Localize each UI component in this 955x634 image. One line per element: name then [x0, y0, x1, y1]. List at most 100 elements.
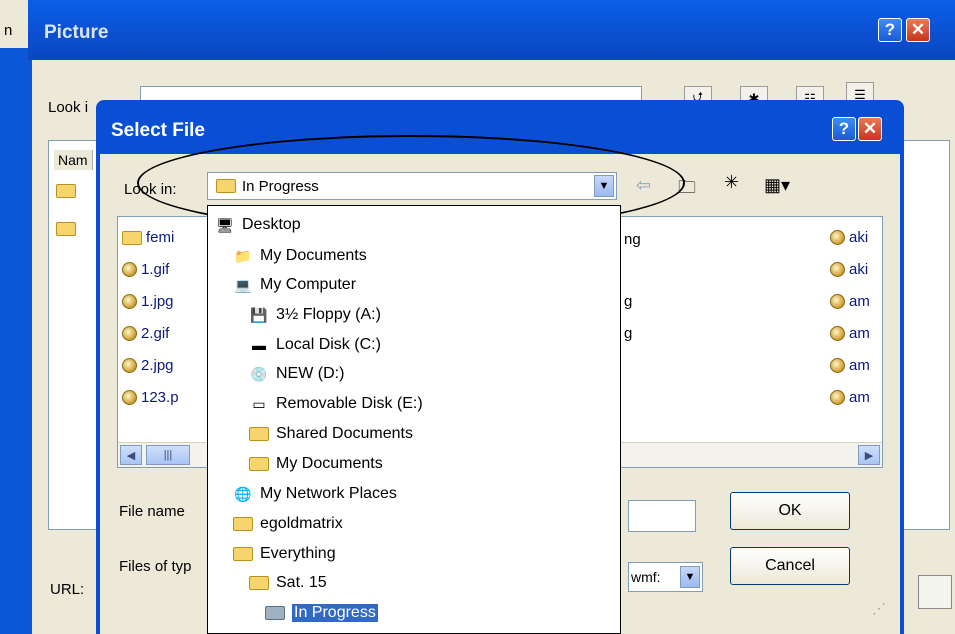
- picture-browse-image-icon[interactable]: [918, 575, 952, 609]
- ok-button[interactable]: OK: [730, 492, 850, 530]
- select-file-dialog-title: Select File: [111, 120, 205, 141]
- list-item[interactable]: 2.gif: [122, 325, 169, 342]
- files-of-type-select[interactable]: wmf: ▼: [628, 562, 703, 592]
- picture-folder-icon: [56, 184, 76, 198]
- list-item[interactable]: 2.jpg: [122, 357, 174, 374]
- list-item[interactable]: am: [830, 357, 870, 374]
- image-file-icon: [830, 230, 845, 245]
- dialog-help-button[interactable]: ?: [832, 117, 856, 141]
- file-name: femi: [146, 229, 175, 246]
- dropdown-item-label: My Computer: [260, 276, 357, 293]
- picture-look-in-label: Look i: [48, 99, 89, 116]
- dropdown-item-my-computer[interactable]: 💻 My Computer: [232, 272, 356, 298]
- files-of-type-value: wmf:: [631, 569, 661, 585]
- cd-drive-icon: 💿: [250, 365, 268, 382]
- folder-icon: [248, 574, 270, 592]
- list-item[interactable]: aki: [830, 261, 868, 278]
- folder-icon: [248, 425, 270, 443]
- file-name: 123.p: [141, 389, 179, 406]
- file-name: aki: [849, 261, 869, 278]
- picture-help-button[interactable]: ?: [878, 18, 902, 42]
- dropdown-item-label: Sat. 15: [276, 574, 327, 591]
- chevron-down-icon[interactable]: ▼: [680, 566, 700, 588]
- file-name: am: [849, 357, 870, 374]
- file-name: 1.jpg: [141, 293, 174, 310]
- dropdown-item-label: My Documents: [260, 247, 367, 264]
- look-in-dropdown-list[interactable]: 🖥 Desktop 📁 My Documents 💻 My Computer 💾 3½ …: [207, 205, 621, 634]
- dropdown-item-label: My Network Places: [260, 485, 397, 502]
- image-file-icon: [122, 390, 137, 405]
- dropdown-item-my-documents[interactable]: 📁 My Documents: [232, 243, 367, 269]
- list-item[interactable]: g: [624, 325, 632, 342]
- picture-close-button[interactable]: ✕: [906, 18, 930, 42]
- file-name: aki: [849, 229, 869, 246]
- image-file-icon: [830, 358, 845, 373]
- cancel-button[interactable]: Cancel: [730, 547, 850, 585]
- scroll-right-icon[interactable]: ▶: [858, 445, 880, 465]
- left-window-fragment-text: n: [4, 22, 13, 39]
- scroll-left-icon[interactable]: ◀: [120, 445, 142, 465]
- dropdown-item-shared-documents[interactable]: Shared Documents: [248, 421, 413, 447]
- folder-icon: [248, 455, 270, 473]
- picture-window-title: Picture: [44, 22, 109, 43]
- image-file-icon: [122, 294, 137, 309]
- image-file-icon: [122, 262, 137, 277]
- picture-window-titlebar: [28, 0, 955, 60]
- dropdown-item-removable-disk[interactable]: ▭ Removable Disk (E:): [248, 391, 423, 417]
- dropdown-item-label: egoldmatrix: [260, 515, 343, 532]
- floppy-icon: 💾: [250, 306, 268, 323]
- image-file-icon: [830, 294, 845, 309]
- scroll-thumb[interactable]: |||: [146, 445, 190, 465]
- dropdown-item-label: My Documents: [276, 455, 383, 472]
- dialog-close-button[interactable]: ✕: [858, 117, 882, 141]
- list-item[interactable]: femi: [122, 229, 174, 246]
- image-file-icon: [830, 326, 845, 341]
- file-name: am: [849, 389, 870, 406]
- dropdown-item-network-places[interactable]: 🌐 My Network Places: [232, 481, 397, 507]
- local-disk-icon: ▬: [252, 337, 266, 353]
- dropdown-item-floppy[interactable]: 💾 3½ Floppy (A:): [248, 302, 381, 328]
- dropdown-item-label: Removable Disk (E:): [276, 395, 423, 412]
- removable-disk-icon: ▭: [252, 395, 266, 412]
- image-file-icon: [122, 358, 137, 373]
- list-item[interactable]: aki: [830, 229, 868, 246]
- dropdown-item-label: Desktop: [242, 216, 301, 233]
- my-documents-icon: 📁: [234, 247, 252, 264]
- dropdown-item-label: Shared Documents: [276, 425, 413, 442]
- open-folder-icon: [264, 604, 286, 622]
- dropdown-item-label: Everything: [260, 545, 336, 562]
- view-menu-icon[interactable]: ▦▾: [764, 175, 790, 196]
- folder-icon: [122, 230, 142, 245]
- dropdown-item-label: NEW (D:): [276, 365, 345, 382]
- list-item[interactable]: 1.gif: [122, 261, 169, 278]
- image-file-icon: [122, 326, 137, 341]
- dropdown-item-in-progress[interactable]: In Progress: [264, 600, 378, 626]
- file-name: am: [849, 293, 870, 310]
- list-item[interactable]: am: [830, 389, 870, 406]
- dropdown-item-my-documents-2[interactable]: My Documents: [248, 451, 383, 477]
- list-item[interactable]: g: [624, 293, 632, 310]
- new-folder-icon[interactable]: ✳: [724, 172, 739, 193]
- dropdown-item-cd-drive[interactable]: 💿 NEW (D:): [248, 361, 344, 387]
- image-file-icon: [830, 262, 845, 277]
- list-item[interactable]: am: [830, 325, 870, 342]
- dropdown-item-sat-15[interactable]: Sat. 15: [248, 570, 327, 596]
- list-item[interactable]: ng: [624, 231, 641, 248]
- file-name: am: [849, 325, 870, 342]
- file-name-label: File name: [119, 503, 185, 520]
- dropdown-item-local-disk[interactable]: ▬ Local Disk (C:): [248, 332, 381, 358]
- list-item[interactable]: 1.jpg: [122, 293, 174, 310]
- list-item[interactable]: am: [830, 293, 870, 310]
- file-name-input[interactable]: [628, 500, 696, 532]
- picture-folder-icon: [56, 222, 76, 236]
- resize-grip-icon[interactable]: ⋰: [872, 600, 896, 624]
- folder-icon: [232, 545, 254, 563]
- file-name: 2.jpg: [141, 357, 174, 374]
- picture-name-column-header[interactable]: Nam: [54, 150, 93, 170]
- list-item[interactable]: 123.p: [122, 389, 179, 406]
- dropdown-item-desktop[interactable]: 🖥 Desktop: [214, 212, 301, 238]
- desktop-icon: 🖥: [216, 216, 234, 233]
- dropdown-item-egoldmatrix[interactable]: egoldmatrix: [232, 511, 343, 537]
- dropdown-item-everything[interactable]: Everything: [232, 541, 336, 567]
- image-file-icon: [830, 390, 845, 405]
